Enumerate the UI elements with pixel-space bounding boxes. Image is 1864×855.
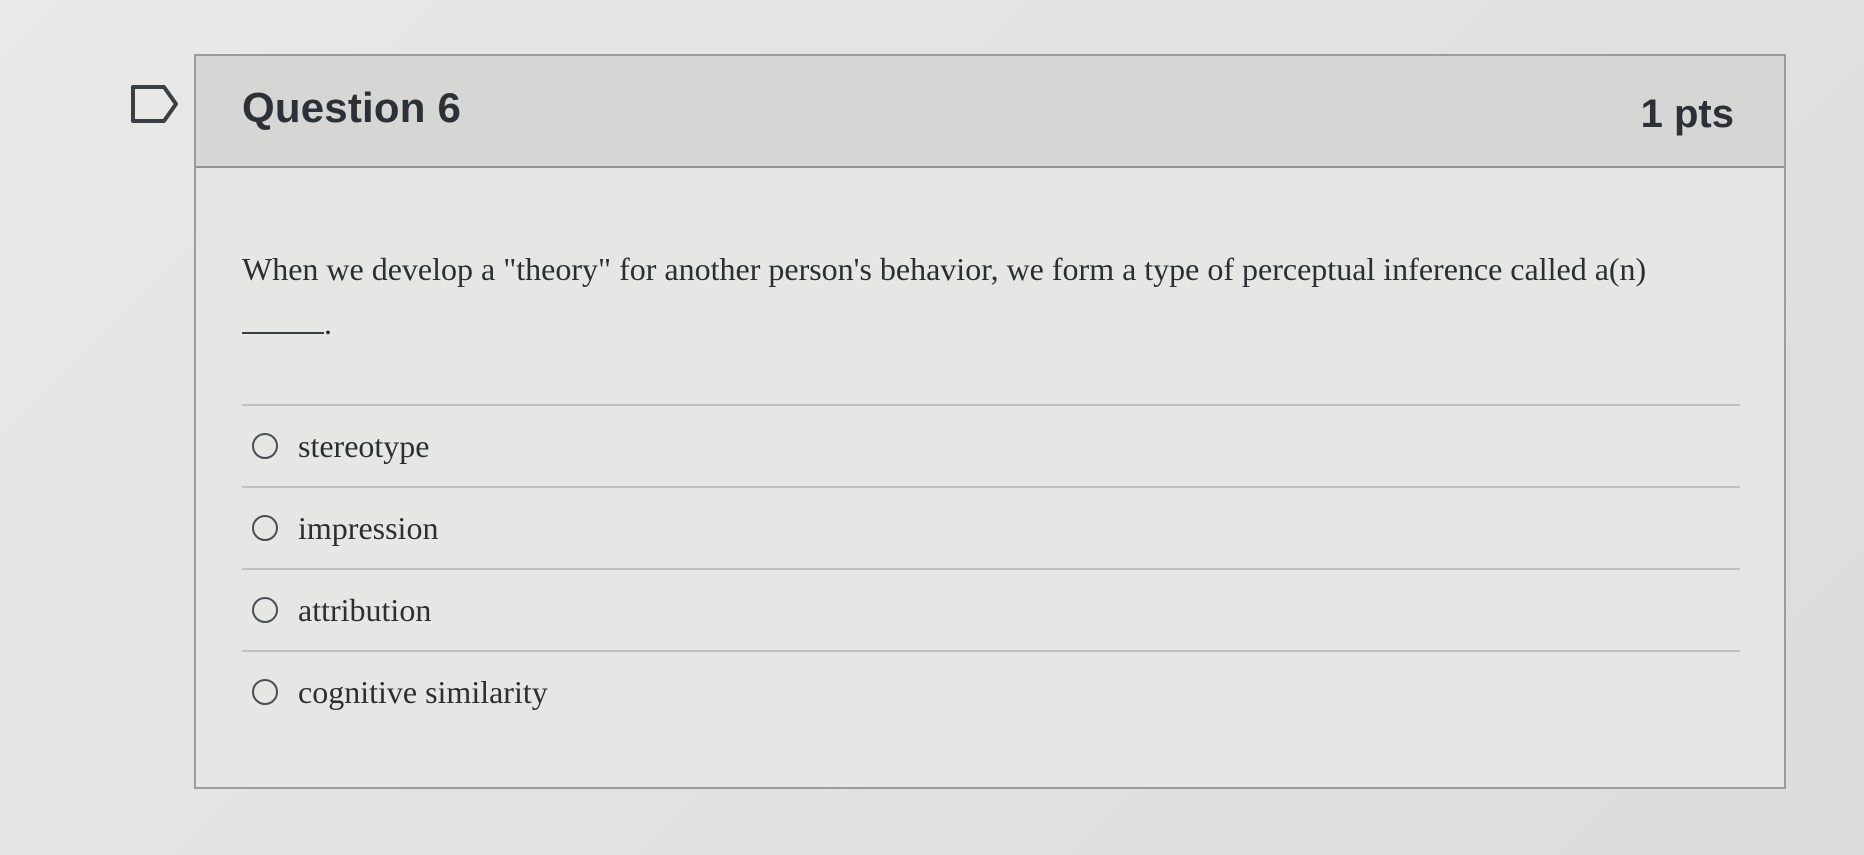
radio-button-icon[interactable] bbox=[252, 515, 278, 541]
question-header: Question 6 1 pts bbox=[196, 56, 1784, 168]
question-prompt: When we develop a "theory" for another p… bbox=[242, 251, 1647, 287]
radio-button-icon[interactable] bbox=[252, 433, 278, 459]
answer-blank bbox=[242, 310, 324, 334]
answer-option-cognitive-similarity[interactable]: cognitive similarity bbox=[242, 652, 1740, 732]
radio-button-icon[interactable] bbox=[252, 679, 278, 705]
question-card: Question 6 1 pts When we develop a "theo… bbox=[194, 54, 1786, 789]
answer-option-impression[interactable]: impression bbox=[242, 488, 1740, 570]
question-title: Question 6 bbox=[242, 84, 462, 131]
answer-label[interactable]: attribution bbox=[298, 592, 431, 629]
question-points: 1 pts bbox=[1640, 92, 1734, 136]
flag-question-icon[interactable] bbox=[130, 84, 180, 124]
answer-option-stereotype[interactable]: stereotype bbox=[242, 406, 1740, 488]
answer-list: stereotype impression attribution cognit… bbox=[242, 404, 1740, 732]
answer-label[interactable]: stereotype bbox=[298, 428, 430, 465]
radio-button-icon[interactable] bbox=[252, 597, 278, 623]
blank-suffix: . bbox=[324, 305, 332, 341]
answer-label[interactable]: impression bbox=[298, 510, 438, 547]
answer-label[interactable]: cognitive similarity bbox=[298, 674, 548, 711]
answer-option-attribution[interactable]: attribution bbox=[242, 570, 1740, 652]
question-text: When we develop a "theory" for another p… bbox=[242, 242, 1742, 350]
